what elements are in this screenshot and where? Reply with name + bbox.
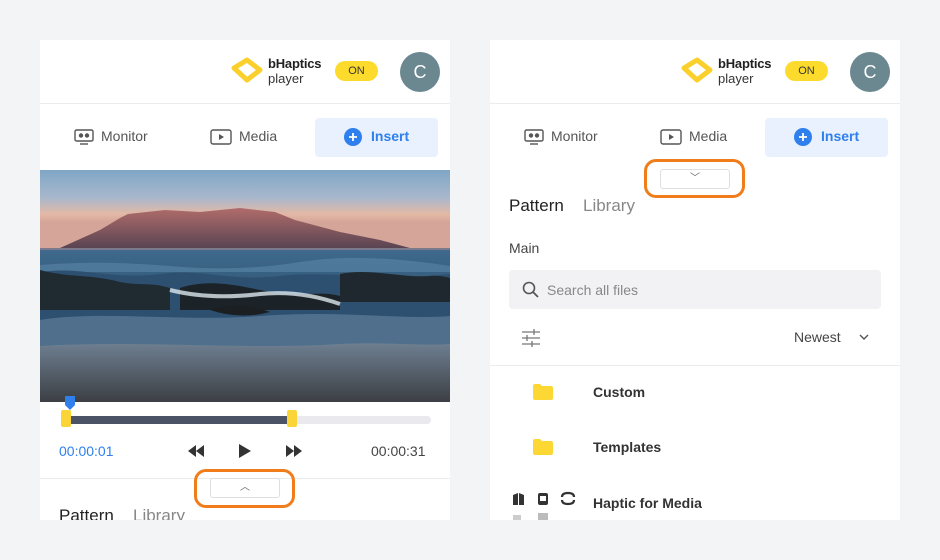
tab-insert[interactable]: Insert <box>315 118 438 157</box>
brand-sub: player <box>718 71 754 86</box>
search-icon <box>522 281 539 298</box>
list-item[interactable]: Haptic for Media <box>490 484 900 520</box>
bhaptics-logo: bHaptics player <box>680 54 780 88</box>
play-icon[interactable] <box>238 443 252 459</box>
tab-monitor-label: Monitor <box>551 128 598 144</box>
brand-name: bHaptics <box>718 56 772 71</box>
status-badge[interactable]: ON <box>785 61 828 81</box>
total-time: 00:00:31 <box>371 443 426 459</box>
tab-monitor[interactable]: Monitor <box>524 118 624 157</box>
video-preview[interactable] <box>40 170 450 402</box>
brand-name: bHaptics <box>268 56 322 71</box>
play-box-icon <box>210 129 232 145</box>
list-item-label: Haptic for Media <box>593 495 702 511</box>
brand-sub: player <box>268 71 304 86</box>
list-item-label: Templates <box>593 439 662 455</box>
tab-insert[interactable]: Insert <box>765 118 888 157</box>
search-bar[interactable] <box>509 270 881 309</box>
monitor-icon <box>524 129 544 145</box>
highlight-ring <box>644 159 745 198</box>
monitor-icon <box>74 129 94 145</box>
playhead-marker[interactable] <box>64 395 76 411</box>
tab-media[interactable]: Media <box>660 118 750 157</box>
folder-icon <box>533 439 553 455</box>
trim-start-handle[interactable] <box>61 410 71 427</box>
subtab-pattern[interactable]: Pattern <box>509 196 564 216</box>
current-time: 00:00:01 <box>59 443 114 459</box>
app-header: bHaptics player ON C <box>490 40 900 104</box>
tab-insert-label: Insert <box>371 128 410 144</box>
chevron-down-icon <box>859 334 869 340</box>
list-item[interactable]: Custom <box>490 373 900 413</box>
search-input[interactable] <box>547 270 867 309</box>
list-item-label: Custom <box>593 384 646 400</box>
tab-media[interactable]: Media <box>210 118 300 157</box>
left-panel: bHaptics player ON C Monitor Media Inser… <box>40 40 450 520</box>
filter-sliders-icon[interactable] <box>521 328 541 348</box>
status-badge[interactable]: ON <box>335 61 378 81</box>
logo-icon <box>681 57 713 83</box>
right-panel: bHaptics player ON C Monitor Media Inser… <box>490 40 900 520</box>
timeline-track[interactable] <box>65 416 431 424</box>
sort-label: Newest <box>794 329 841 345</box>
tab-monitor[interactable]: Monitor <box>74 118 174 157</box>
timeline-fill <box>65 416 292 424</box>
divider <box>490 365 900 366</box>
subtab-pattern[interactable]: Pattern <box>59 506 114 520</box>
app-header: bHaptics player ON C <box>40 40 450 104</box>
plus-circle-icon <box>794 128 812 146</box>
avatar[interactable]: C <box>400 52 440 92</box>
subtab-library[interactable]: Library <box>133 506 185 520</box>
fast-forward-icon[interactable] <box>284 443 304 459</box>
tab-monitor-label: Monitor <box>101 128 148 144</box>
play-box-icon <box>660 129 682 145</box>
main-tabs: Monitor Media Insert <box>40 104 450 170</box>
tab-media-label: Media <box>239 128 278 144</box>
plus-circle-icon <box>344 128 362 146</box>
trim-end-handle[interactable] <box>286 410 297 427</box>
tab-insert-label: Insert <box>821 128 860 144</box>
sort-dropdown[interactable]: Newest <box>794 329 869 345</box>
highlight-ring <box>194 469 295 508</box>
rewind-icon[interactable] <box>186 443 206 459</box>
section-label: Main <box>509 240 540 256</box>
video-frame <box>40 170 450 402</box>
folder-icon <box>533 384 553 400</box>
tab-media-label: Media <box>689 128 728 144</box>
avatar[interactable]: C <box>850 52 890 92</box>
bhaptics-logo: bHaptics player <box>230 54 330 88</box>
subtab-library[interactable]: Library <box>583 196 635 216</box>
logo-icon <box>231 57 263 83</box>
list-item[interactable]: Templates <box>490 428 900 468</box>
